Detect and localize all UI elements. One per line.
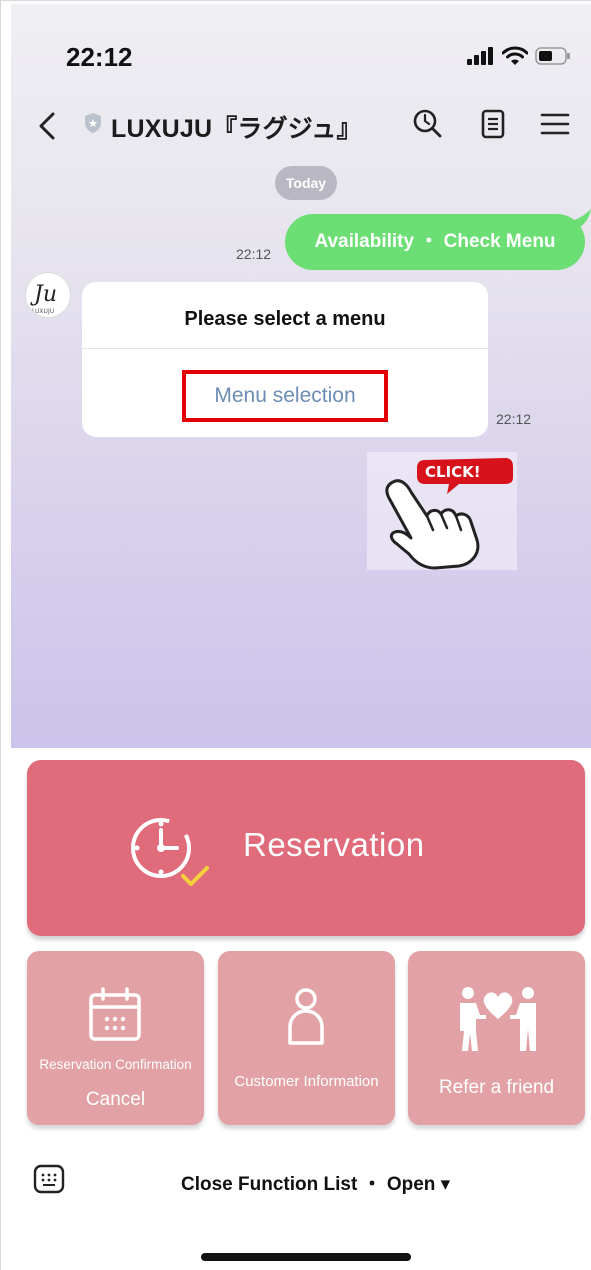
outgoing-message[interactable]: Availability ・ Check Menu	[285, 214, 585, 270]
avatar-logo: Ju LUXUJU	[30, 282, 57, 315]
shield-icon	[85, 113, 101, 133]
rich-menu: Reservation Reservation Confirmation Can…	[11, 748, 591, 1140]
status-icons	[467, 46, 571, 66]
clock-check-icon	[131, 818, 209, 886]
search-icon[interactable]	[409, 106, 445, 142]
date-separator: Today	[275, 166, 337, 200]
friends-heart-icon	[460, 987, 536, 1051]
reservation-label: Reservation	[243, 826, 425, 863]
cancel-label: Cancel	[85, 1089, 146, 1110]
keyboard-icon[interactable]	[33, 1164, 65, 1194]
reservation-confirmation-label: Reservation Confirmation	[39, 1057, 192, 1072]
refer-friend-label: Refer a friend	[438, 1077, 555, 1098]
person-icon	[288, 988, 324, 1045]
click-hand-icon: CLICK!	[367, 452, 517, 570]
battery-icon	[535, 47, 570, 65]
signal-icon	[467, 47, 493, 65]
incoming-time: 22:12	[496, 411, 532, 427]
chat-header: LUXUJU『ラグジュ』	[11, 94, 591, 156]
chat-title: LUXUJU『ラグジュ』	[111, 115, 362, 143]
outgoing-time: 22:12	[236, 246, 272, 262]
card-title: Please select a menu	[184, 308, 386, 330]
wifi-icon	[502, 46, 528, 65]
function-list-toggle[interactable]: Close Function List ・ Open ▾	[181, 1169, 450, 1196]
back-icon[interactable]	[33, 106, 63, 146]
refer-friend-button[interactable]: Refer a friend	[408, 951, 585, 1125]
message-card: Please select a menu Menu selection	[82, 282, 488, 437]
home-indicator	[201, 1253, 411, 1261]
calendar-icon	[89, 987, 141, 1041]
bottom-bar: Close Function List ・ Open ▾	[11, 1150, 591, 1270]
status-time: 22:12	[66, 42, 133, 72]
menu-selection-button[interactable]: Menu selection	[182, 370, 388, 422]
chat-area: 22:12 LUXUJU『ラグジュ』 Today 22:12 Availabil…	[11, 4, 591, 748]
customer-information-label: Customer Information	[234, 1073, 379, 1090]
menu-icon[interactable]	[537, 106, 573, 142]
customer-information-button[interactable]: Customer Information	[218, 951, 395, 1125]
svg-text:CLICK!: CLICK!	[425, 463, 481, 481]
avatar[interactable]: Ju LUXUJU	[25, 272, 71, 318]
status-bar: 22:12	[11, 4, 591, 94]
card-divider	[82, 348, 488, 349]
notes-icon[interactable]	[475, 106, 511, 142]
reservation-button[interactable]: Reservation	[27, 760, 585, 936]
svg-text:Ju: Ju	[30, 282, 57, 307]
svg-text:LUXUJU: LUXUJU	[32, 308, 54, 315]
reservation-confirmation-button[interactable]: Reservation Confirmation Cancel	[27, 951, 204, 1125]
